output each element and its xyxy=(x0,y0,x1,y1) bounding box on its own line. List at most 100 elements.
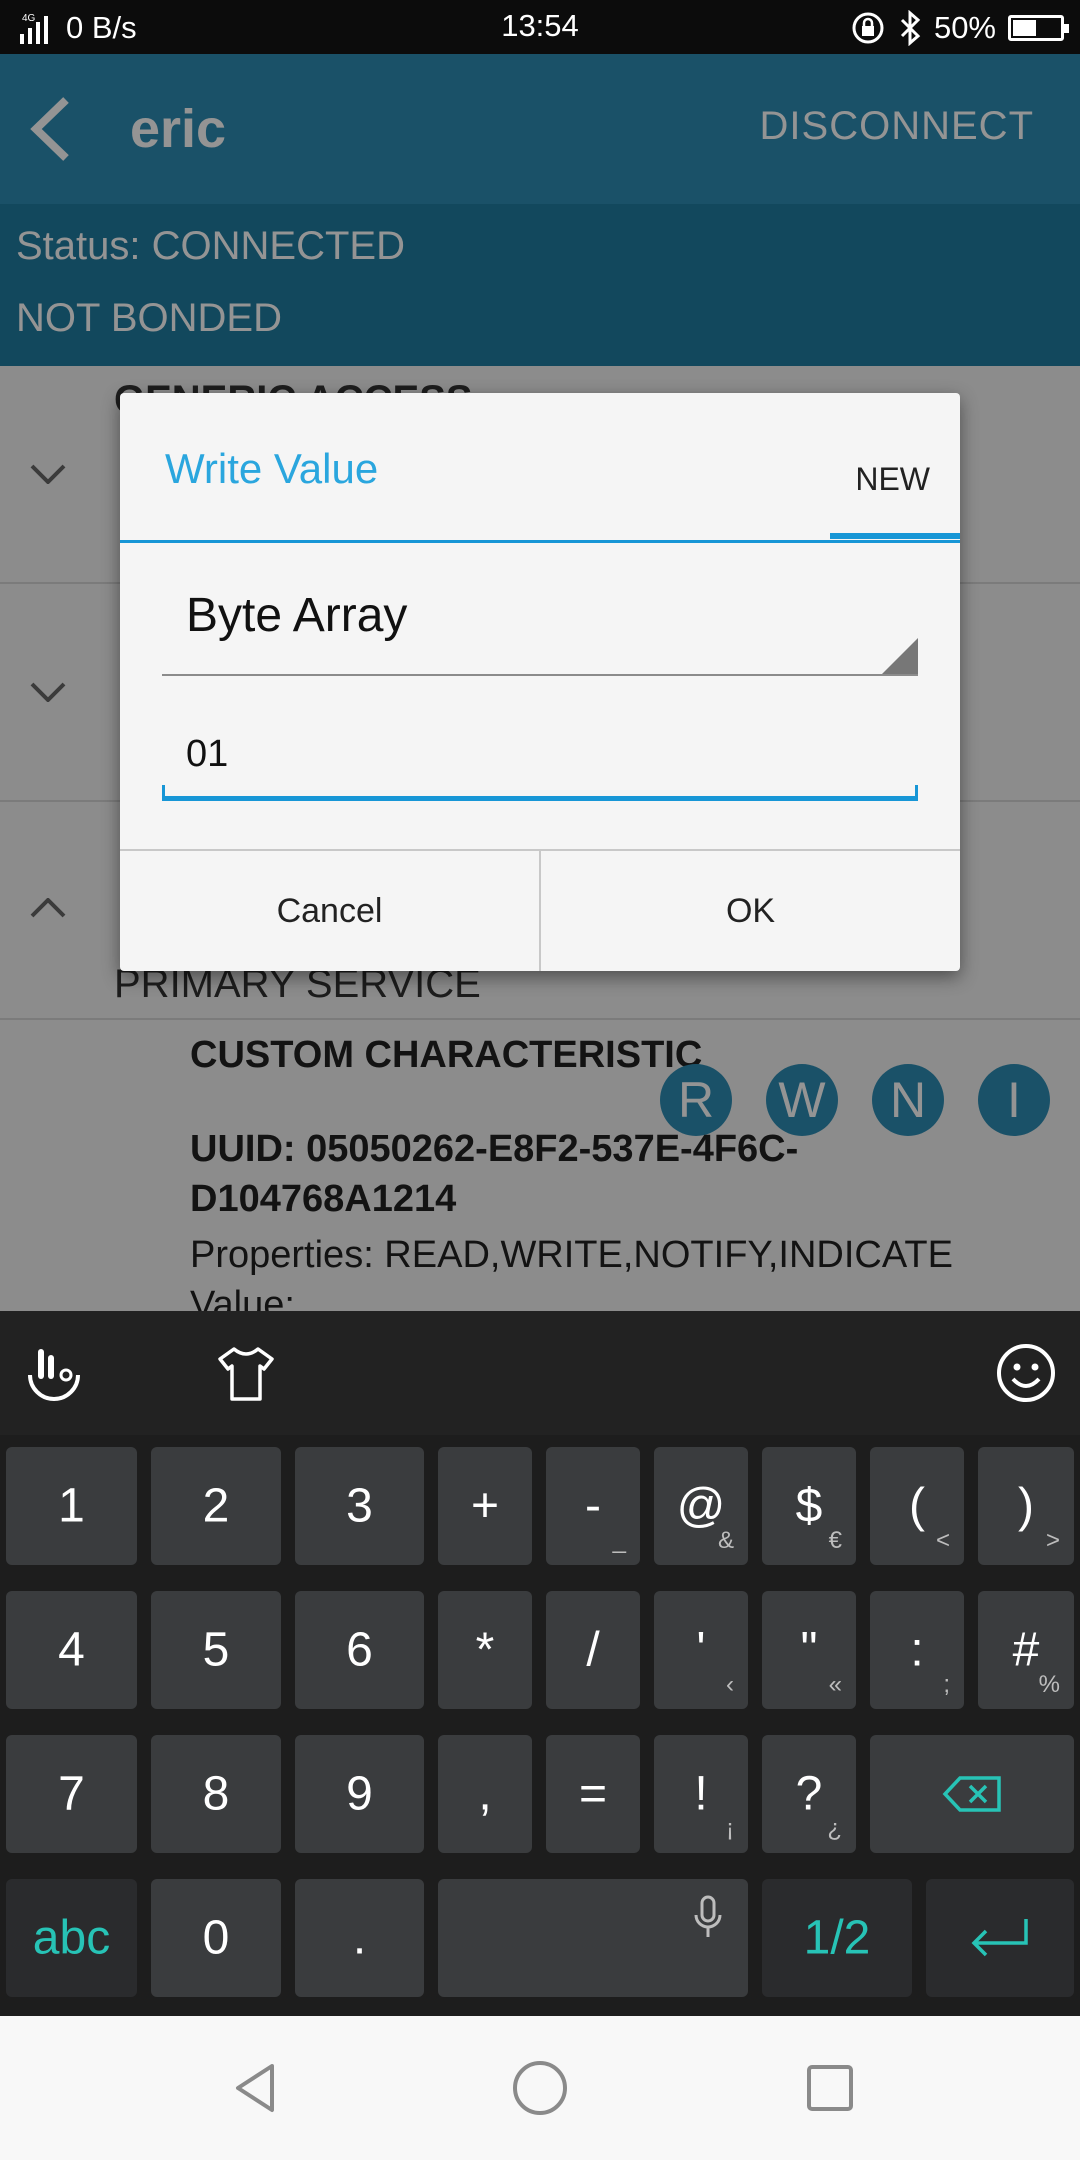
bluetooth-icon xyxy=(900,10,921,46)
key-label: $ xyxy=(795,1479,823,1533)
key-2-2[interactable]: 9 xyxy=(295,1735,424,1853)
enter-icon xyxy=(971,1919,1028,1957)
key-0-5[interactable]: @ & xyxy=(654,1447,748,1565)
key-1-1[interactable]: 5 xyxy=(151,1591,281,1709)
key-label: " xyxy=(800,1623,818,1677)
backspace-icon xyxy=(942,1776,1001,1812)
input-edge-right xyxy=(915,785,918,801)
key-0-3[interactable]: + xyxy=(438,1447,532,1565)
key-0-0[interactable]: 1 xyxy=(6,1447,137,1565)
key-secondary-label: ¡ xyxy=(726,1815,734,1842)
key-0-8[interactable]: ) > xyxy=(978,1447,1074,1565)
key-2-4[interactable]: = xyxy=(546,1735,640,1853)
home-nav-icon[interactable] xyxy=(510,2058,570,2118)
abc-key[interactable]: abc xyxy=(6,1879,137,1997)
key-label: ! xyxy=(694,1767,708,1821)
value-text: 01 xyxy=(186,733,229,775)
key-secondary-label: « xyxy=(828,1671,842,1698)
key-0-4[interactable]: - _ xyxy=(546,1447,640,1565)
key-0-1[interactable]: 2 xyxy=(151,1447,281,1565)
key-label: , xyxy=(478,1767,492,1821)
key-secondary-label: > xyxy=(1045,1527,1060,1554)
enter-key[interactable] xyxy=(926,1879,1074,1997)
key-0[interactable]: 0 xyxy=(151,1879,281,1997)
value-input[interactable]: 01 xyxy=(162,723,918,801)
dialog-title: Write Value xyxy=(165,445,379,492)
key-label: 2 xyxy=(202,1479,230,1533)
swipe-gesture-icon[interactable] xyxy=(22,1341,86,1405)
battery-icon xyxy=(1008,15,1069,41)
key-secondary-label: < xyxy=(935,1527,950,1554)
key-label: : xyxy=(910,1623,924,1677)
key-label: # xyxy=(1012,1623,1040,1677)
keyboard-toolbar xyxy=(0,1311,1080,1435)
key-1-4[interactable]: / xyxy=(546,1591,640,1709)
key-label: 5 xyxy=(202,1623,230,1677)
key-secondary-label: _ xyxy=(612,1527,626,1554)
recents-nav-icon[interactable] xyxy=(800,2058,860,2118)
key-label: = xyxy=(578,1767,608,1821)
key-0-2[interactable]: 3 xyxy=(295,1447,424,1565)
backspace-key[interactable] xyxy=(870,1735,1074,1853)
key-1-5[interactable]: ' ‹ xyxy=(654,1591,748,1709)
key-secondary-label: ¿ xyxy=(827,1815,842,1842)
key-label: 0 xyxy=(202,1911,230,1965)
key-2-6[interactable]: ? ¿ xyxy=(762,1735,856,1853)
navigation-bar xyxy=(0,2016,1080,2160)
key-0-6[interactable]: $ € xyxy=(762,1447,856,1565)
key-label: 3 xyxy=(346,1479,373,1533)
key-2-3[interactable]: , xyxy=(438,1735,532,1853)
key-label: 4 xyxy=(58,1623,85,1677)
key-label: + xyxy=(470,1479,500,1533)
key-1-3[interactable]: * xyxy=(438,1591,532,1709)
microphone-icon xyxy=(694,1895,722,1937)
write-value-dialog: Write Value NEW Byte Array 01 Cancel OK xyxy=(120,393,960,971)
cancel-button[interactable]: Cancel xyxy=(120,851,539,971)
keyboard: 1 2 3 + - _ @ & $ €(<) >4 5 6 * / ' ‹ " «:; #% 7 8 9, =! ¡? ¿ abc… xyxy=(0,1311,1080,2016)
key-2-0[interactable]: 7 xyxy=(6,1735,137,1853)
key-2-5[interactable]: ! ¡ xyxy=(654,1735,748,1853)
format-value: Byte Array xyxy=(186,589,408,642)
key-1-6[interactable]: " « xyxy=(762,1591,856,1709)
key-label: . xyxy=(352,1911,367,1965)
tab-new[interactable]: NEW xyxy=(855,461,930,498)
input-edge-left xyxy=(162,785,165,801)
key-1-8[interactable]: #% xyxy=(978,1591,1074,1709)
page-label: 1/2 xyxy=(803,1911,871,1965)
key-label: ) xyxy=(1018,1479,1034,1533)
tab-indicator xyxy=(830,533,960,539)
key-2-1[interactable]: 8 xyxy=(151,1735,281,1853)
dropdown-arrow-icon xyxy=(882,638,918,674)
key-secondary-label: ; xyxy=(943,1671,950,1698)
key-label: ? xyxy=(795,1767,823,1821)
key-label: 9 xyxy=(346,1767,373,1821)
ok-button[interactable]: OK xyxy=(539,851,960,971)
key-secondary-label: % xyxy=(1038,1671,1060,1698)
abc-label: abc xyxy=(32,1911,111,1965)
key-label: ' xyxy=(696,1623,706,1677)
key-label: @ xyxy=(676,1479,726,1533)
dialog-buttons: Cancel OK xyxy=(120,849,960,971)
key-secondary-label: ‹ xyxy=(726,1671,734,1698)
emoji-icon[interactable] xyxy=(994,1341,1058,1405)
format-dropdown[interactable]: Byte Array xyxy=(162,576,918,676)
theme-shirt-icon[interactable] xyxy=(214,1341,278,1405)
key-label: ( xyxy=(909,1479,925,1533)
key-label: / xyxy=(586,1623,600,1677)
back-nav-icon[interactable] xyxy=(226,2058,286,2118)
key-1-0[interactable]: 4 xyxy=(6,1591,137,1709)
key-1-7[interactable]: :; xyxy=(870,1591,964,1709)
rotation-lock-icon xyxy=(852,12,884,44)
key-label: 6 xyxy=(346,1623,373,1677)
key-secondary-label: € xyxy=(828,1527,842,1554)
key-secondary-label: & xyxy=(717,1527,734,1554)
key-1-2[interactable]: 6 xyxy=(295,1591,424,1709)
status-right: 50% xyxy=(850,8,1069,48)
space-key[interactable] xyxy=(438,1879,748,1997)
key-label: * xyxy=(475,1623,495,1677)
key-dot[interactable]: . xyxy=(295,1879,424,1997)
key-label: 1 xyxy=(58,1479,85,1533)
page-toggle-key[interactable]: 1/2 xyxy=(762,1879,912,1997)
key-label: 7 xyxy=(58,1767,85,1821)
key-0-7[interactable]: (< xyxy=(870,1447,964,1565)
